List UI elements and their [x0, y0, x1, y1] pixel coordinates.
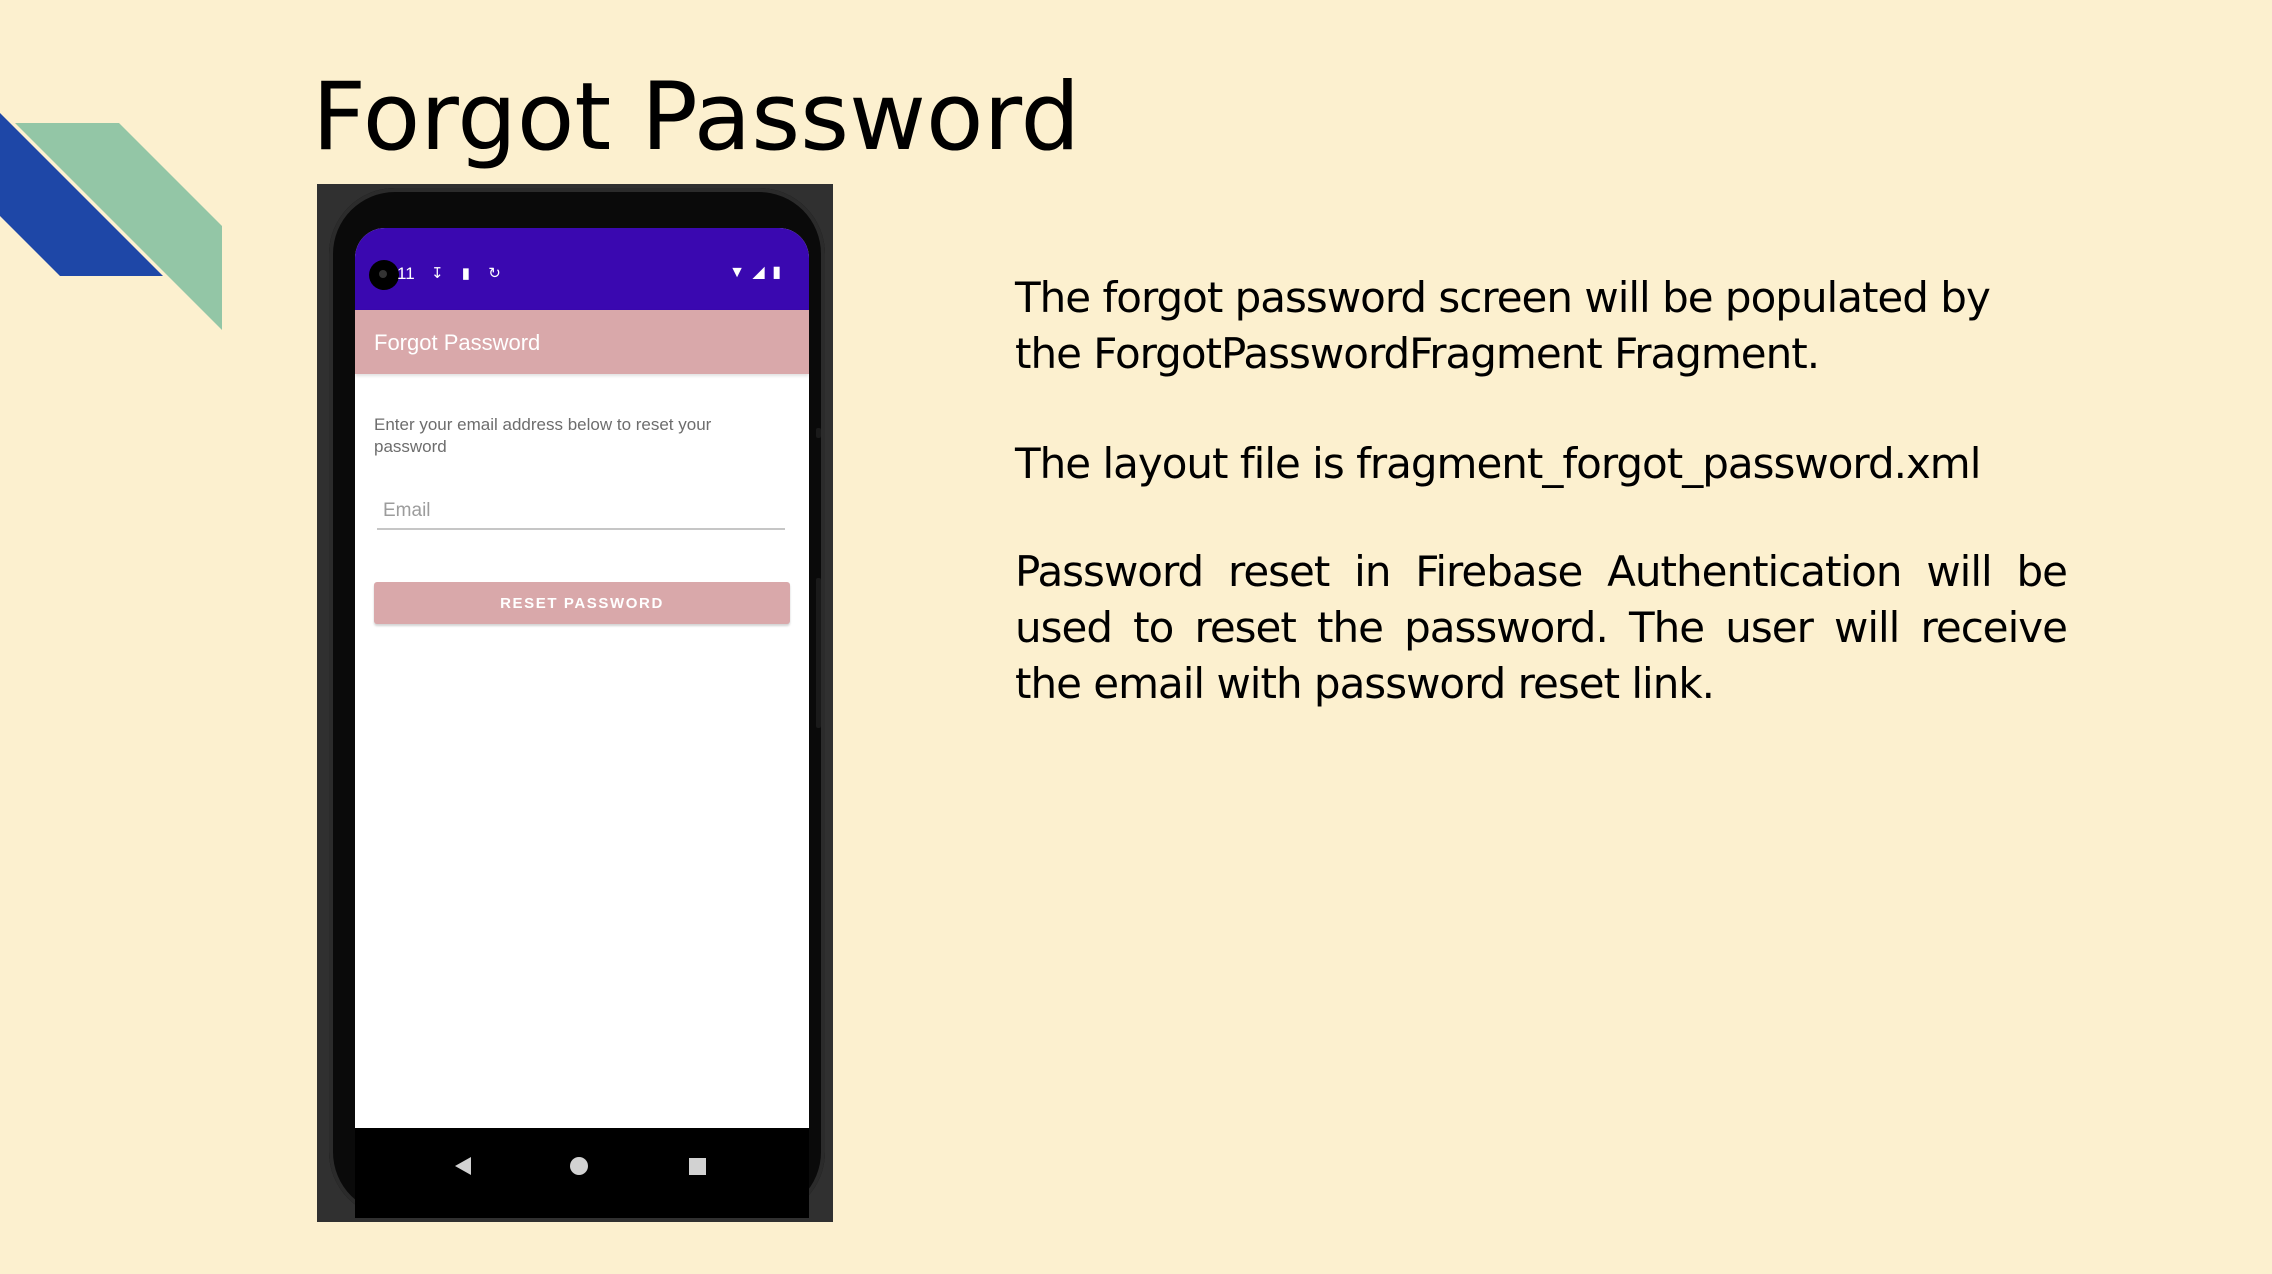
recents-icon[interactable] — [689, 1158, 706, 1175]
app-toolbar: Forgot Password — [355, 310, 809, 374]
paragraph-fragment-info: The forgot password screen will be popul… — [1015, 273, 1991, 378]
battery-icon: ▮ — [772, 264, 781, 281]
decorative-ribbons — [0, 113, 222, 330]
system-icons: ▼ ◢ ▮ — [726, 262, 781, 284]
slide-title: Forgot Password — [312, 63, 1081, 172]
signal-icon: ◢ — [752, 264, 765, 281]
phone-screen: 11 ↧ ▮ ↻ ▼ ◢ ▮ Forgot Password Enter you… — [355, 228, 809, 1218]
wifi-icon: ▼ — [729, 264, 745, 281]
instruction-text: Enter your email address below to reset … — [374, 415, 712, 456]
status-bar: 11 ↧ ▮ ↻ ▼ ◢ ▮ — [355, 228, 809, 310]
toolbar-title: Forgot Password — [374, 330, 541, 355]
email-field[interactable] — [377, 492, 785, 530]
download-icon: ↧ — [431, 265, 444, 282]
notification-icons: ↧ ▮ ↻ — [431, 264, 515, 284]
front-camera-icon — [369, 260, 399, 290]
power-button — [816, 428, 821, 438]
paragraph-firebase-reset: Password reset in Firebase Authenticatio… — [1015, 547, 2068, 708]
sd-card-icon: ▮ — [461, 265, 471, 282]
sync-icon: ↻ — [488, 265, 501, 282]
paragraph-layout-file: The layout file is fragment_forgot_passw… — [1015, 439, 1981, 488]
navigation-bar — [355, 1128, 809, 1218]
phone-body: 11 ↧ ▮ ↻ ▼ ◢ ▮ Forgot Password Enter you… — [329, 188, 825, 1218]
home-icon[interactable] — [570, 1157, 588, 1175]
status-time: 11 — [397, 264, 415, 283]
phone-screenshot: 11 ↧ ▮ ↻ ▼ ◢ ▮ Forgot Password Enter you… — [317, 184, 833, 1222]
back-icon[interactable] — [455, 1157, 471, 1175]
reset-password-button[interactable]: RESET PASSWORD — [374, 582, 790, 624]
volume-button — [816, 578, 821, 728]
slide-body: The forgot password screen will be popul… — [1015, 270, 2068, 712]
